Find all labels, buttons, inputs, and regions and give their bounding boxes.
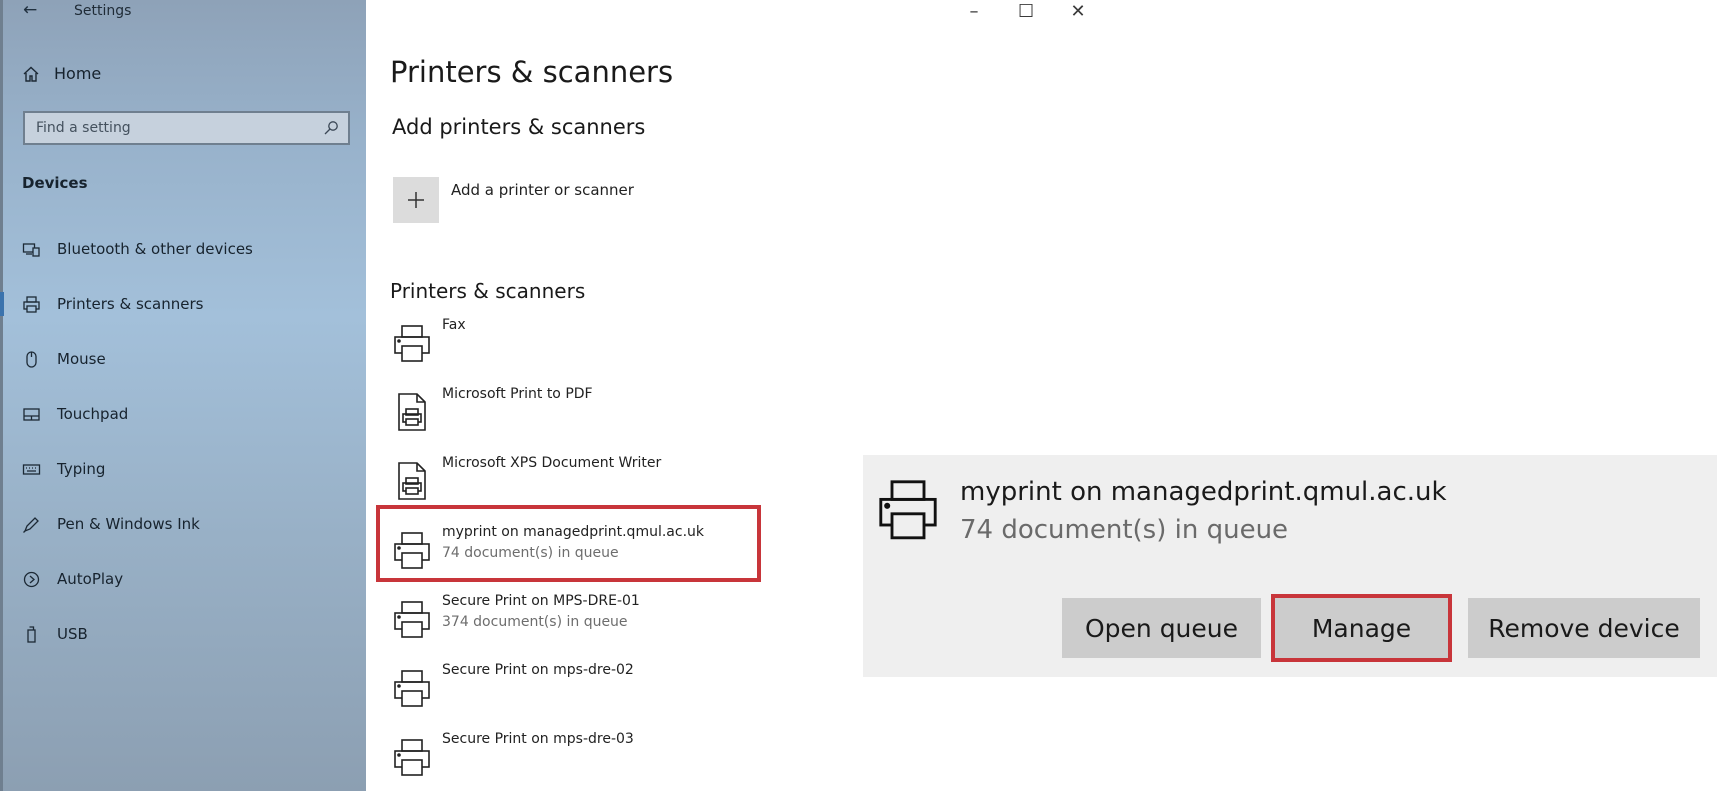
add-printer-button[interactable] [393,177,439,223]
sidebar-item-bluetooth[interactable]: Bluetooth & other devices [3,228,366,270]
open-queue-button[interactable]: Open queue [1062,598,1261,658]
printer-item-mps-dre-02[interactable]: Secure Print on mps-dre-02 [393,658,723,716]
sidebar-item-label: Touchpad [57,405,129,423]
printer-item-xps-writer[interactable]: Microsoft XPS Document Writer [393,451,723,509]
printer-item-fax[interactable]: Fax [393,313,723,371]
sidebar-item-label: Pen & Windows Ink [57,515,200,533]
printer-name: Microsoft Print to PDF [442,386,593,402]
sidebar-item-label: Mouse [57,350,106,368]
sidebar-item-typing[interactable]: Typing [3,448,366,490]
printer-icon [394,325,430,362]
sidebar-item-touchpad[interactable]: Touchpad [3,393,366,435]
touchpad-icon [22,405,41,424]
printer-name: Fax [442,317,466,333]
sidebar-item-printers[interactable]: Printers & scanners [0,283,366,325]
printer-item-mps-dre-03[interactable]: Secure Print on mps-dre-03 [393,727,723,785]
printer-item-print-to-pdf[interactable]: Microsoft Print to PDF [393,382,723,440]
document-printer-icon [398,462,426,500]
close-icon[interactable]: ✕ [1070,0,1086,22]
printer-icon [394,532,430,569]
printer-name: Secure Print on mps-dre-02 [442,662,634,678]
pen-icon [22,515,41,534]
sidebar-item-label: USB [57,625,88,643]
printer-icon [879,480,937,540]
printer-name: myprint on managedprint.qmul.ac.uk [442,524,705,540]
keyboard-icon [22,460,41,479]
main-content: – ☐ ✕ Printers & scanners Add printers &… [366,0,1717,791]
bluetooth-devices-icon [22,240,41,259]
home-link[interactable]: Home [22,64,101,83]
settings-sidebar: ← Settings Home Devices Bluetooth & othe… [0,0,366,791]
printer-name: Secure Print on MPS-DRE-01 [442,593,640,609]
search-input[interactable] [25,113,348,143]
add-printer-label[interactable]: Add a printer or scanner [451,181,634,199]
section-heading-devices: Devices [22,174,88,192]
search-icon[interactable] [323,120,339,136]
sidebar-item-pen[interactable]: Pen & Windows Ink [3,503,366,545]
detail-printer-status: 74 document(s) in queue [960,515,1289,545]
sidebar-item-usb[interactable]: USB [3,613,366,655]
printer-detail-panel: myprint on managedprint.qmul.ac.uk 74 do… [863,455,1717,677]
window-controls: – ☐ ✕ [966,0,1086,22]
usb-icon [22,625,41,644]
plus-icon [408,192,424,208]
manage-button[interactable]: Manage [1275,598,1448,658]
search-box [23,111,350,145]
printer-icon [394,601,430,638]
mouse-icon [22,350,41,369]
home-label: Home [54,64,102,83]
autoplay-icon [22,570,41,589]
page-title: Printers & scanners [390,55,674,89]
home-icon [23,66,39,82]
sidebar-item-autoplay[interactable]: AutoPlay [3,558,366,600]
document-printer-icon [398,393,426,431]
add-section-heading: Add printers & scanners [392,115,646,139]
sidebar-item-label: Printers & scanners [57,295,204,313]
printer-status: 74 document(s) in queue [442,545,619,561]
detail-printer-name: myprint on managedprint.qmul.ac.uk [960,477,1447,507]
printer-icon [22,295,41,314]
window-title: Settings [74,3,132,19]
sidebar-item-label: AutoPlay [57,570,124,588]
printers-list-heading: Printers & scanners [390,279,586,303]
sidebar-item-label: Typing [57,460,106,478]
printer-name: Microsoft XPS Document Writer [442,455,662,471]
sidebar-item-label: Bluetooth & other devices [57,240,253,258]
maximize-icon[interactable]: ☐ [1018,0,1034,22]
printer-name: Secure Print on mps-dre-03 [442,731,634,747]
printer-item-mps-dre-01[interactable]: Secure Print on MPS-DRE-01 374 document(… [393,589,723,647]
printer-icon [394,739,430,776]
printer-icon [394,670,430,707]
minimize-icon[interactable]: – [966,0,982,22]
printer-item-myprint[interactable]: myprint on managedprint.qmul.ac.uk 74 do… [393,520,723,578]
remove-device-button[interactable]: Remove device [1468,598,1700,658]
printer-status: 374 document(s) in queue [442,614,628,630]
back-arrow-icon[interactable]: ← [23,0,37,20]
sidebar-item-mouse[interactable]: Mouse [3,338,366,380]
